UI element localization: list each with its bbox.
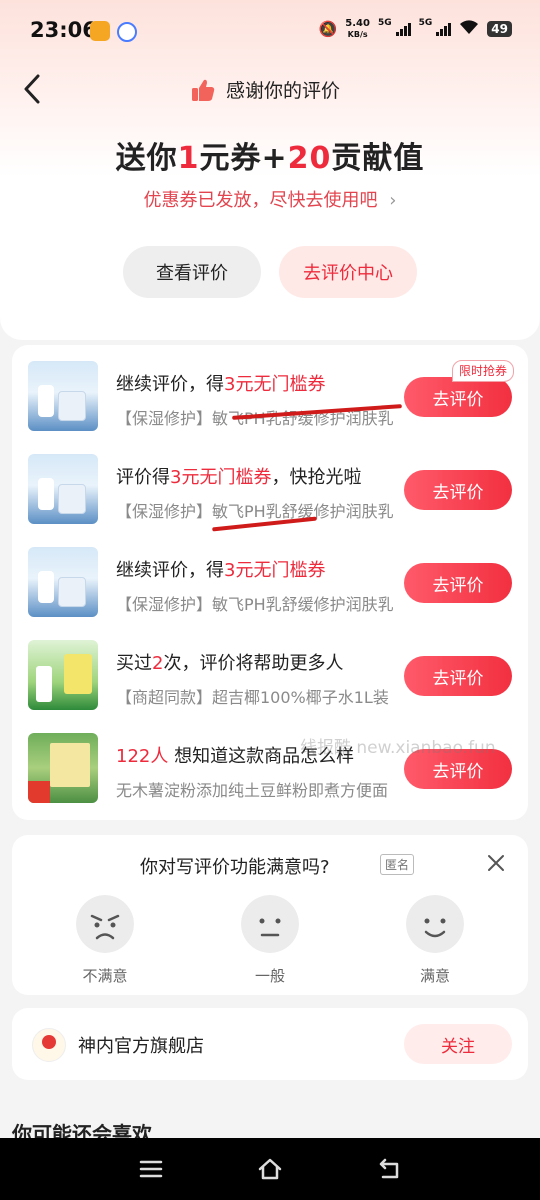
go-review-button[interactable]: 去评价 [404,656,512,696]
status-bar: 23:06 🔕 5.40 KB/s 5G 5G 49 [0,0,540,64]
home-icon[interactable] [257,1156,283,1182]
rating-label: 不满意 [82,967,128,985]
store-logo[interactable] [32,1028,66,1062]
wifi-icon [459,19,479,39]
item-description: 无木薯淀粉添加纯土豆鲜粉即煮方便面 [116,781,389,800]
reward-coupon-amount: 1 [177,141,200,176]
list-item[interactable]: 继续评价，得3元无门槛券 【保湿修护】敏飞PH乳舒缓修护润肤乳 限时抢券 去评价 [12,345,528,438]
angry-face-icon [76,895,134,953]
reward-suffix: 贡献值 [331,141,425,176]
go-review-button[interactable]: 去评价 [404,470,512,510]
happy-face-icon [406,895,464,953]
list-item[interactable]: 122人 想知道这款商品怎么样 无木薯淀粉添加纯土豆鲜粉即煮方便面 去评价 [12,717,528,810]
product-thumbnail[interactable] [28,733,98,803]
chevron-left-icon [24,74,40,104]
battery-icon: 49 [487,21,512,37]
follow-store-button[interactable]: 关注 [404,1024,512,1064]
signal-icon-2 [436,22,452,36]
rating-label: 满意 [419,967,450,985]
watermark-text: 线报酷 new.xianbao.fun [300,738,496,758]
notification-app-icon-2 [117,22,137,42]
page-header: 感谢你的评价 [190,76,340,103]
store-name[interactable]: 神内官方旗舰店 [78,1032,204,1058]
back-nav-icon[interactable] [377,1156,403,1182]
speed-value: 5.40 [345,18,370,29]
go-review-button[interactable]: 去评价 [404,563,512,603]
signal-icon [395,22,411,36]
item-title: 继续评价，得3元无门槛券 [116,374,326,395]
list-item[interactable]: 买过2次，评价将帮助更多人 【商超同款】超吉椰100%椰子水1L装 去评价 [12,624,528,717]
network-type-2: 5G [418,18,433,28]
status-time: 23:06 [30,18,97,42]
rating-unsatisfied[interactable]: 不满意 [75,895,135,986]
product-thumbnail[interactable] [28,361,98,431]
speed-unit: KB/s [347,30,368,39]
thumbs-up-icon [192,79,215,101]
item-title: 继续评价，得3元无门槛券 [116,560,326,581]
coupon-issued-link[interactable]: 优惠券已发放，尽快去使用吧 › [0,186,540,212]
system-navigation-bar [0,1138,540,1200]
item-description: 【保湿修护】敏飞PH乳舒缓修护润肤乳 [116,595,394,614]
item-title: 评价得3元无门槛券，快抢光啦 [116,467,362,488]
back-button[interactable] [20,72,48,106]
page-title: 感谢你的评价 [226,80,341,102]
close-icon [488,855,504,871]
rating-label: 一般 [254,967,285,985]
neutral-face-icon [241,895,299,953]
network-speed: 5.40 KB/s [345,18,370,40]
reward-prefix: 送你 [115,141,178,176]
rating-neutral[interactable]: 一般 [240,895,300,986]
go-review-button[interactable]: 去评价 [404,377,512,417]
menu-icon[interactable] [138,1156,164,1182]
reward-headline: 送你1元券+20贡献值 [0,133,540,177]
review-center-button[interactable]: 去评价中心 [279,246,417,298]
close-survey-button[interactable] [484,851,508,875]
satisfaction-survey: 你对写评价功能满意吗? 匿名 不满意 一般 满意 [12,835,528,995]
notification-app-icon [90,21,110,41]
rating-satisfied[interactable]: 满意 [405,895,465,986]
item-description: 【商超同款】超吉椰100%椰子水1L装 [116,688,389,707]
product-thumbnail[interactable] [28,640,98,710]
list-item[interactable]: 继续评价，得3元无门槛券 【保湿修护】敏飞PH乳舒缓修护润肤乳 去评价 [12,531,528,624]
status-right-icons: 🔕 5.40 KB/s 5G 5G 49 [319,18,512,40]
chevron-right-icon: › [389,190,397,211]
limited-time-tag: 限时抢券 [452,360,515,382]
coupon-issued-text: 优惠券已发放，尽快去使用吧 [143,190,378,211]
list-item[interactable]: 评价得3元无门槛券，快抢光啦 【保湿修护】敏飞PH乳舒缓修护润肤乳 去评价 [12,438,528,532]
product-thumbnail[interactable] [28,547,98,617]
product-thumbnail[interactable] [28,454,98,524]
anonymous-badge: 匿名 [380,854,415,875]
reward-mid: 元券+ [199,141,288,176]
mute-icon: 🔕 [318,20,338,38]
store-card[interactable]: 神内官方旗舰店 关注 [12,1008,528,1080]
survey-question: 你对写评价功能满意吗? [140,857,330,878]
item-description: 【保湿修护】敏飞PH乳舒缓修护润肤乳 [116,502,394,521]
network-type-1: 5G [377,18,392,28]
item-title: 买过2次，评价将帮助更多人 [116,653,344,674]
reward-points-amount: 20 [287,141,332,176]
view-review-button[interactable]: 查看评价 [123,246,261,298]
